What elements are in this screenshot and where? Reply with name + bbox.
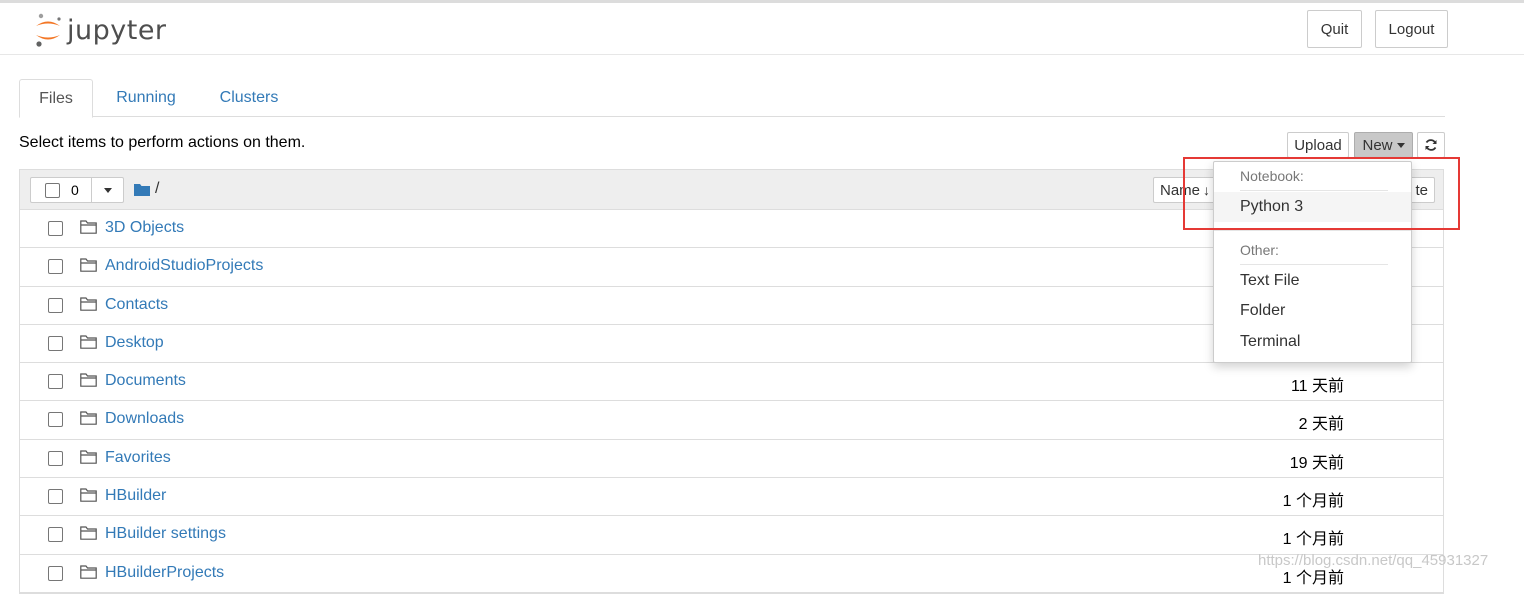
row-checkbox[interactable] xyxy=(48,297,63,313)
menu-item-terminal[interactable]: Terminal xyxy=(1214,327,1411,357)
folder-icon xyxy=(80,296,97,311)
list-item[interactable]: HBuilder 1 个月前 xyxy=(20,478,1443,517)
tab-bar: Files Running Clusters xyxy=(19,79,1445,118)
folder-name-link[interactable]: HBuilder xyxy=(105,487,166,505)
folder-icon xyxy=(80,335,97,349)
new-button-label: New xyxy=(1362,136,1393,154)
new-dropdown-button[interactable]: New xyxy=(1354,132,1413,158)
selection-hint: Select items to perform actions on them. xyxy=(19,134,306,151)
folder-icon xyxy=(80,258,97,273)
folder-name-link[interactable]: Contacts xyxy=(105,296,168,314)
row-checkbox[interactable] xyxy=(48,374,63,390)
header-bar: jupyter Quit Logout xyxy=(0,3,1524,55)
menu-divider xyxy=(1214,230,1411,231)
folder-name-link[interactable]: 3D Objects xyxy=(105,219,184,237)
menu-item-folder[interactable]: Folder xyxy=(1214,296,1411,326)
menu-divider xyxy=(1240,264,1388,265)
folder-name-link[interactable]: AndroidStudioProjects xyxy=(105,257,263,275)
folder-icon xyxy=(80,450,97,464)
logout-button[interactable]: Logout xyxy=(1375,10,1448,48)
row-checkbox[interactable] xyxy=(48,565,63,581)
logo-text: jupyter xyxy=(67,14,167,46)
refresh-button[interactable] xyxy=(1417,132,1445,158)
folder-name-link[interactable]: Desktop xyxy=(105,334,164,352)
folder-icon xyxy=(80,526,97,541)
refresh-icon xyxy=(1425,139,1437,151)
jupyter-logo[interactable]: jupyter xyxy=(33,10,167,50)
row-checkbox[interactable] xyxy=(48,259,63,275)
tab-running[interactable]: Running xyxy=(101,79,191,117)
modified-time: 1 个月前 xyxy=(1282,493,1344,511)
folder-name-link[interactable]: Documents xyxy=(105,372,186,390)
tab-clusters[interactable]: Clusters xyxy=(204,79,294,117)
row-checkbox[interactable] xyxy=(48,412,63,428)
folder-name-link[interactable]: HBuilderProjects xyxy=(105,564,224,582)
select-all-checkbox[interactable] xyxy=(45,183,60,198)
row-checkbox[interactable] xyxy=(48,335,63,351)
list-item[interactable]: HBuilderProjects 1 个月前 xyxy=(20,555,1443,593)
folder-name-link[interactable]: HBuilder settings xyxy=(105,525,226,543)
modified-time: 11 天前 xyxy=(1290,378,1344,396)
list-item[interactable]: Downloads 2 天前 xyxy=(20,401,1443,440)
menu-item-text-file[interactable]: Text File xyxy=(1214,266,1411,296)
row-checkbox[interactable] xyxy=(48,527,63,543)
folder-icon xyxy=(80,488,97,502)
tab-files[interactable]: Files xyxy=(19,79,93,118)
highlight-annotation-box xyxy=(1183,157,1460,230)
modified-time: 1 个月前 xyxy=(1282,531,1344,549)
modified-time: 2 天前 xyxy=(1298,416,1344,434)
selected-count: 0 xyxy=(71,182,79,198)
quit-button[interactable]: Quit xyxy=(1307,10,1362,48)
folder-name-link[interactable]: Downloads xyxy=(105,410,184,428)
folder-name-link[interactable]: Favorites xyxy=(105,449,171,467)
row-checkbox[interactable] xyxy=(48,450,63,466)
list-item[interactable]: HBuilder settings 1 个月前 xyxy=(20,516,1443,555)
select-menu-caret-icon[interactable] xyxy=(104,188,112,193)
modified-time: 19 天前 xyxy=(1289,454,1344,472)
select-all-control[interactable]: 0 xyxy=(30,177,124,203)
folder-open-icon[interactable] xyxy=(134,183,150,196)
folder-icon xyxy=(80,411,97,426)
folder-icon xyxy=(80,373,97,387)
watermark-text: https://blog.csdn.net/qq_45931327 xyxy=(1258,552,1489,569)
row-checkbox[interactable] xyxy=(48,489,63,505)
breadcrumb-root[interactable]: / xyxy=(155,180,159,198)
selbox-divider xyxy=(91,178,92,202)
menu-header-other: Other: xyxy=(1240,242,1279,258)
jupyter-logo-icon xyxy=(36,13,61,47)
folder-icon xyxy=(80,565,97,579)
row-checkbox[interactable] xyxy=(48,221,63,236)
caret-down-icon xyxy=(1396,142,1405,148)
list-item[interactable]: Favorites 19 天前 xyxy=(20,440,1443,479)
list-item[interactable]: Documents 11 天前 xyxy=(20,363,1443,402)
folder-icon xyxy=(80,220,97,234)
upload-button[interactable]: Upload xyxy=(1287,132,1349,158)
